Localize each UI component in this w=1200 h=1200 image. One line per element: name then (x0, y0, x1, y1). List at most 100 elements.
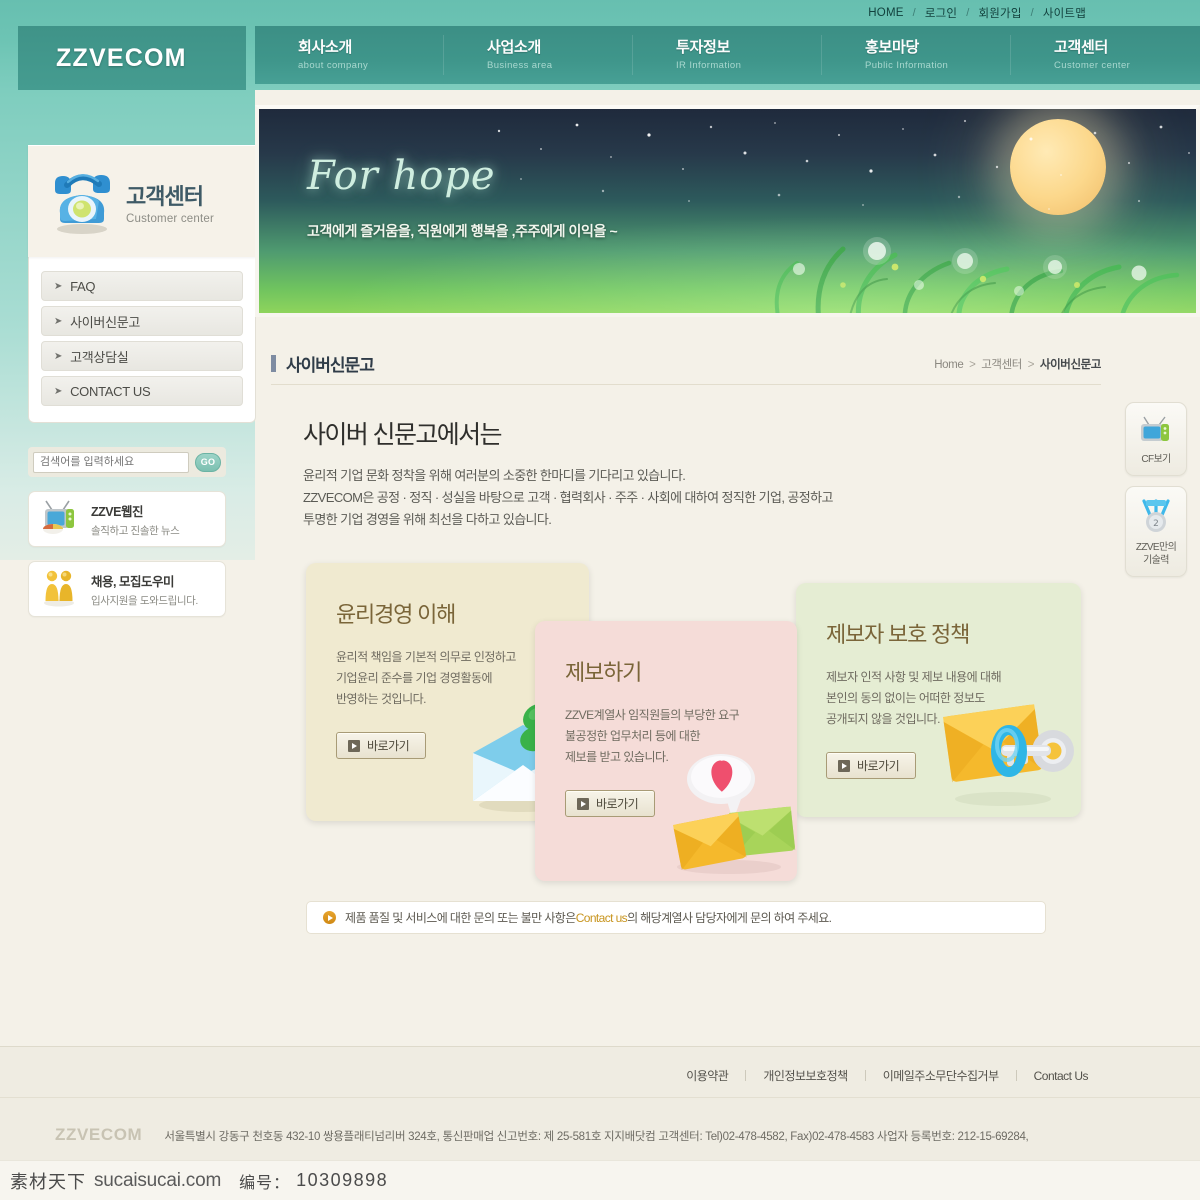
main-nav: 회사소개 about company 사업소개 Business area 투자… (255, 26, 1200, 84)
nav-item-about-company[interactable]: 회사소개 about company (255, 26, 444, 84)
quick-button-technology[interactable]: 2 ZZVE만의 기술력 (1125, 486, 1187, 577)
nav-label-en: Business area (487, 59, 553, 71)
breadcrumb-current: 사이버신문고 (1039, 358, 1101, 371)
intro-body: 윤리적 기업 문화 정착을 위해 여러분의 소중한 한마디를 기다리고 있습니다… (303, 465, 1003, 531)
play-circle-icon (323, 911, 336, 924)
play-icon (348, 739, 360, 752)
chevron-right-icon: ➤ (54, 385, 63, 397)
site-logo[interactable]: ZZVECOM (18, 44, 187, 73)
quick-button-label: ZZVE만의 기술력 (1136, 541, 1177, 567)
card-line-2: 불공정한 업무처리 등에 대한 (565, 729, 700, 743)
sidebar-item-label: 사이버신문고 (70, 314, 141, 330)
banner-text: For hope 고객에게 즐거움을, 직원에게 행복을 ,주주에게 이익을 ~ (307, 153, 618, 241)
card-goto-button[interactable]: 바로가기 (826, 752, 917, 779)
utility-link-signup[interactable]: 회원가입 (969, 5, 1030, 21)
quick-label-line-2: 기술력 (1143, 555, 1169, 566)
card-button-label: 바로가기 (596, 797, 639, 811)
sidebar-item-faq[interactable]: ➤ FAQ (41, 271, 243, 301)
watermark-site: sucaisucai.com (94, 1169, 222, 1191)
utility-bar: HOME / 로그인 / 회원가입 / 사이트맵 (0, 0, 1200, 26)
tv-icon (39, 498, 81, 541)
sidebar-item-contact-us[interactable]: ➤ CONTACT US (41, 376, 243, 406)
people-icon (39, 567, 81, 612)
breadcrumb-mid[interactable]: 고객센터 (981, 359, 1022, 371)
intro-line-2: ZZVECOM은 공정 · 정직 · 성실을 바탕으로 고객 · 협력회사 · … (303, 490, 833, 505)
card-line-3: 공개되지 않을 것입니다. (826, 712, 940, 726)
nav-label-en: Customer center (1054, 59, 1131, 71)
banner-headline: For hope (307, 153, 496, 199)
nav-item-customer-center[interactable]: 고객센터 Customer center (1011, 26, 1200, 84)
footer-link-privacy[interactable]: 개인정보보호정책 (746, 1067, 864, 1084)
promo-subtitle: 입사지원을 도와드립니다. (91, 594, 198, 607)
sidebar-search: GO (28, 447, 226, 477)
page-title-row: 사이버신문고 Home > 고객센터 > 사이버신문고 (271, 343, 1101, 385)
footer-link-email-reject[interactable]: 이메일주소무단수집거부 (866, 1067, 1016, 1084)
nav-item-ir-information[interactable]: 투자정보 IR Information (633, 26, 822, 84)
footer-nav: 이용약관 개인정보보호정책 이메일주소무단수집거부 Contact Us (669, 1067, 1105, 1084)
card-body: 제보자 인적 사항 및 제보 내용에 대해 본인의 동의 없이는 어떠한 정보도… (826, 667, 1081, 730)
page-title-text: 사이버신문고 (286, 356, 375, 375)
hero-banner: For hope 고객에게 즐거움을, 직원에게 행복을 ,주주에게 이익을 ~ (255, 105, 1200, 317)
card-body: ZZVE계열사 임직원들의 부당한 요구 불공정한 업무처리 등에 대한 제보를… (565, 705, 797, 768)
watermark-number: 10309898 (296, 1170, 389, 1190)
card-line-1: 제보자 인적 사항 및 제보 내용에 대해 (826, 670, 1002, 684)
breadcrumb: Home > 고객센터 > 사이버신문고 (934, 356, 1101, 372)
card-line-3: 제보를 받고 있습니다. (565, 750, 669, 764)
chevron-right-icon: ➤ (54, 315, 63, 327)
card-button-label: 바로가기 (857, 759, 900, 773)
utility-link-login[interactable]: 로그인 (916, 5, 966, 21)
medal-icon: 2 (1142, 499, 1170, 532)
promo-text: ZZVE웹진 솔직하고 진솔한 뉴스 (91, 501, 180, 538)
footer-link-contact-us[interactable]: Contact Us (1017, 1069, 1105, 1083)
breadcrumb-home[interactable]: Home (934, 359, 963, 371)
search-input[interactable] (33, 451, 189, 473)
nav-label-ko: 홍보마당 (865, 39, 920, 57)
search-go-button[interactable]: GO (195, 452, 221, 472)
utility-link-sitemap[interactable]: 사이트맵 (1034, 5, 1095, 21)
card-whistleblower-protection[interactable]: 제보자 보호 정책 제보자 인적 사항 및 제보 내용에 대해 본인의 동의 없… (796, 583, 1081, 817)
footer-info: ZZVECOM 서울특별시 강동구 천호동 432-10 쌍용플래티넘리버 32… (55, 1125, 1029, 1145)
footer-divider (0, 1097, 1200, 1098)
intro-line-1: 윤리적 기업 문화 정착을 위해 여러분의 소중한 한마디를 기다리고 있습니다… (303, 468, 686, 483)
sidebar-item-label: CONTACT US (70, 383, 151, 399)
sidebar-item-label: FAQ (70, 278, 96, 294)
footer-link-terms[interactable]: 이용약관 (669, 1067, 745, 1084)
tv-icon (1141, 416, 1169, 441)
sidebar-title-ko: 고객센터 (126, 183, 204, 209)
intro-heading: 사이버 신문고에서는 (303, 421, 503, 449)
watermark-number-label: 编号： (239, 1174, 291, 1192)
quick-button-cf[interactable]: CF보기 (1125, 402, 1187, 476)
utility-link-home[interactable]: HOME (859, 7, 912, 19)
notice-contact-link[interactable]: Contact us (576, 911, 628, 925)
play-icon (577, 797, 589, 810)
card-report[interactable]: 제보하기 ZZVE계열사 임직원들의 부당한 요구 불공정한 업무처리 등에 대… (535, 621, 797, 881)
sidebar: 고객센터 Customer center ➤ FAQ ➤ 사이버신문고 ➤ 고객… (28, 145, 256, 617)
card-heading: 제보자 보호 정책 (826, 622, 970, 647)
nav-label-en: about company (298, 59, 369, 71)
watermark-cn-text: 素材天下 (10, 1171, 86, 1192)
sidebar-title-en: Customer center (126, 212, 215, 225)
promo-title: ZZVE웹진 (91, 504, 143, 519)
notice-text-post: 의 해당계열사 담당자에게 문의 하여 주세요. (627, 911, 832, 925)
banner-subline: 고객에게 즐거움을, 직원에게 행복을 ,주주에게 이익을 ~ (307, 223, 618, 239)
chevron-right-icon: ➤ (54, 280, 63, 292)
nav-item-business-area[interactable]: 사업소개 Business area (444, 26, 633, 84)
title-marker-icon (271, 355, 276, 372)
watermark-bar: 素材天下 sucaisucai.com 编号： 10309898 (0, 1160, 1200, 1200)
main-content: For hope 고객에게 즐거움을, 직원에게 행복을 ,주주에게 이익을 ~… (255, 105, 1200, 934)
nav-item-public-information[interactable]: 홍보마당 Public Information (822, 26, 1011, 84)
promo-recruit[interactable]: 채용, 모집도우미 입사지원을 도와드립니다. (28, 561, 226, 617)
page-root: HOME / 로그인 / 회원가입 / 사이트맵 ZZVECOM 회사소개 ab… (0, 0, 1200, 1200)
card-goto-button[interactable]: 바로가기 (565, 790, 656, 817)
card-line-1: ZZVE계열사 임직원들의 부당한 요구 (565, 708, 740, 722)
sidebar-item-consult[interactable]: ➤ 고객상담실 (41, 341, 243, 371)
logo-block[interactable]: ZZVECOM (18, 26, 246, 90)
card-group: 윤리경영 이해 윤리적 책임을 기본적 의무로 인정하고 기업윤리 준수를 기업… (255, 563, 1200, 893)
card-goto-button[interactable]: 바로가기 (336, 732, 427, 759)
promo-webzine[interactable]: ZZVE웹진 솔직하고 진솔한 뉴스 (28, 491, 226, 547)
chevron-right-icon: ➤ (54, 350, 63, 362)
footer-logo: ZZVECOM (55, 1125, 143, 1144)
breadcrumb-separator: > (1027, 358, 1035, 371)
sidebar-item-cyber-report[interactable]: ➤ 사이버신문고 (41, 306, 243, 336)
header-band: HOME / 로그인 / 회원가입 / 사이트맵 ZZVECOM 회사소개 ab… (0, 0, 1200, 90)
